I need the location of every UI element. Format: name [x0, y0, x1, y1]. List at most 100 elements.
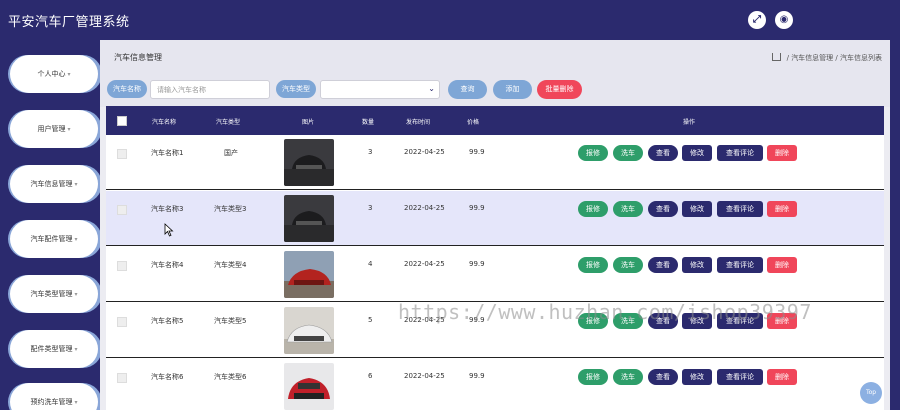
quantity-cell: 3	[368, 148, 373, 156]
car-image	[284, 195, 334, 242]
wash-button[interactable]: 洗车	[613, 145, 643, 161]
edit-button[interactable]: 修改	[682, 369, 712, 385]
select-all-checkbox[interactable]	[117, 116, 127, 126]
wash-button[interactable]: 洗车	[613, 369, 643, 385]
view-comments-button[interactable]: 查看评论	[717, 145, 763, 161]
sidebar-item-part-type[interactable]: 配件类型管理 ▾	[10, 330, 98, 368]
car-name-cell: 汽车名称4	[151, 261, 184, 269]
price-cell: 99.9	[469, 372, 485, 380]
price-cell: 99.9	[469, 260, 485, 268]
batch-delete-button[interactable]: 批量删除	[537, 80, 582, 99]
chevron-down-icon: ▾	[67, 71, 71, 78]
table-row: 汽车名称1 国产 3 2022-04-25 99.9 报修 洗车 查看 修改 查…	[106, 135, 884, 190]
chevron-down-icon: ▾	[74, 346, 78, 353]
edit-button[interactable]: 修改	[682, 145, 712, 161]
view-comments-button[interactable]: 查看评论	[717, 369, 763, 385]
repair-button[interactable]: 报修	[578, 369, 608, 385]
car-type-cell: 汽车类型4	[214, 261, 247, 269]
table-row: 汽车名称3 汽车类型3 3 2022-04-25 99.9 报修 洗车 查看 修…	[106, 191, 884, 246]
wash-button[interactable]: 洗车	[613, 257, 643, 273]
chevron-down-icon: ▾	[67, 126, 71, 133]
row-checkbox[interactable]	[117, 205, 127, 215]
quantity-cell: 6	[368, 372, 373, 380]
sidebar-item-label: 用户管理	[37, 125, 66, 133]
car-image	[284, 363, 334, 410]
car-name-cell: 汽车名称3	[151, 205, 184, 213]
view-comments-button[interactable]: 查看评论	[717, 201, 763, 217]
view-button[interactable]: 查看	[648, 369, 678, 385]
breadcrumb-item: 汽车信息列表	[840, 54, 882, 62]
watermark: https://www.huzhan.com/ishop39397	[398, 300, 812, 324]
delete-button[interactable]: 删除	[767, 257, 797, 273]
query-button[interactable]: 查询	[448, 80, 487, 99]
back-to-top-button[interactable]: Top	[860, 382, 882, 404]
date-cell: 2022-04-25	[404, 204, 445, 212]
breadcrumb-bar: 汽车信息管理 / 汽车信息管理 / 汽车信息列表	[100, 40, 890, 73]
sidebar-item-label: 配件类型管理	[30, 345, 73, 353]
date-cell: 2022-04-25	[404, 148, 445, 156]
column-header: 发布时间	[406, 119, 431, 126]
wash-button[interactable]: 洗车	[613, 201, 643, 217]
chevron-down-icon: ▾	[74, 399, 78, 406]
breadcrumb-item[interactable]: 汽车信息管理	[791, 54, 833, 62]
repair-button[interactable]: 报修	[578, 201, 608, 217]
sidebar-item-user-management[interactable]: 用户管理 ▾	[10, 110, 98, 148]
view-button[interactable]: 查看	[648, 145, 678, 161]
repair-button[interactable]: 报修	[578, 145, 608, 161]
chevron-down-icon: ⌄	[428, 84, 435, 93]
row-checkbox[interactable]	[117, 149, 127, 159]
column-header: 汽车名称	[152, 119, 177, 126]
sidebar-item-car-info[interactable]: 汽车信息管理 ▾	[10, 165, 98, 203]
chevron-down-icon: ▾	[74, 236, 78, 243]
delete-button[interactable]: 删除	[767, 145, 797, 161]
page-title: 汽车信息管理	[114, 53, 162, 62]
sidebar-item-label: 汽车信息管理	[30, 180, 73, 188]
repair-button[interactable]: 报修	[578, 257, 608, 273]
expand-icon[interactable]: ⤢	[748, 11, 766, 29]
sidebar: 个人中心 ▾ 用户管理 ▾ 汽车信息管理 ▾ 汽车配件管理 ▾ 汽车类型管理 ▾ 配件类型…	[0, 40, 100, 410]
view-comments-button[interactable]: 查看评论	[717, 257, 763, 273]
sidebar-item-label: 预约洗车管理	[30, 398, 73, 406]
sidebar-item-label: 个人中心	[37, 70, 66, 78]
table-header: 汽车名称 汽车类型 图片 数量 发布时间 价格 操作	[106, 106, 884, 135]
price-cell: 99.9	[469, 148, 485, 156]
quantity-cell: 3	[368, 204, 373, 212]
main-content: 汽车信息管理 / 汽车信息管理 / 汽车信息列表 汽车名称 汽车类型 ⌄ 查询 …	[100, 40, 890, 410]
row-checkbox[interactable]	[117, 317, 127, 327]
row-checkbox[interactable]	[117, 261, 127, 271]
sidebar-item-car-type[interactable]: 汽车类型管理 ▾	[10, 275, 98, 313]
view-button[interactable]: 查看	[648, 257, 678, 273]
search-bar: 汽车名称 汽车类型 ⌄ 查询 添加 批量删除	[100, 73, 890, 107]
car-name-label: 汽车名称	[107, 80, 147, 98]
add-button[interactable]: 添加	[493, 80, 532, 99]
breadcrumb: / 汽车信息管理 / 汽车信息列表	[772, 52, 882, 63]
user-icon[interactable]: ◉	[775, 11, 793, 29]
car-type-select[interactable]: ⌄	[320, 80, 440, 99]
chevron-down-icon: ▾	[74, 181, 78, 188]
edit-button[interactable]: 修改	[682, 201, 712, 217]
delete-button[interactable]: 删除	[767, 369, 797, 385]
car-image	[284, 139, 334, 186]
sidebar-item-personal-center[interactable]: 个人中心 ▾	[10, 55, 98, 93]
app-title: 平安汽车厂管理系统	[8, 15, 130, 30]
home-icon[interactable]	[772, 53, 782, 61]
chevron-down-icon: ▾	[74, 291, 78, 298]
edit-button[interactable]: 修改	[682, 257, 712, 273]
car-name-cell: 汽车名称1	[151, 149, 184, 157]
date-cell: 2022-04-25	[404, 260, 445, 268]
sidebar-item-car-wash[interactable]: 预约洗车管理 ▾	[10, 383, 98, 410]
column-header: 图片	[302, 119, 315, 126]
column-header: 数量	[362, 119, 375, 126]
view-button[interactable]: 查看	[648, 201, 678, 217]
column-header: 价格	[467, 119, 480, 126]
car-name-input[interactable]	[150, 80, 270, 99]
sidebar-item-car-parts[interactable]: 汽车配件管理 ▾	[10, 220, 98, 258]
delete-button[interactable]: 删除	[767, 201, 797, 217]
car-type-cell: 汽车类型6	[214, 373, 247, 381]
car-type-cell: 汽车类型3	[214, 205, 247, 213]
car-type-label: 汽车类型	[276, 80, 316, 98]
row-checkbox[interactable]	[117, 373, 127, 383]
car-name-cell: 汽车名称6	[151, 373, 184, 381]
scrollbar[interactable]	[890, 40, 900, 410]
car-name-cell: 汽车名称5	[151, 317, 184, 325]
